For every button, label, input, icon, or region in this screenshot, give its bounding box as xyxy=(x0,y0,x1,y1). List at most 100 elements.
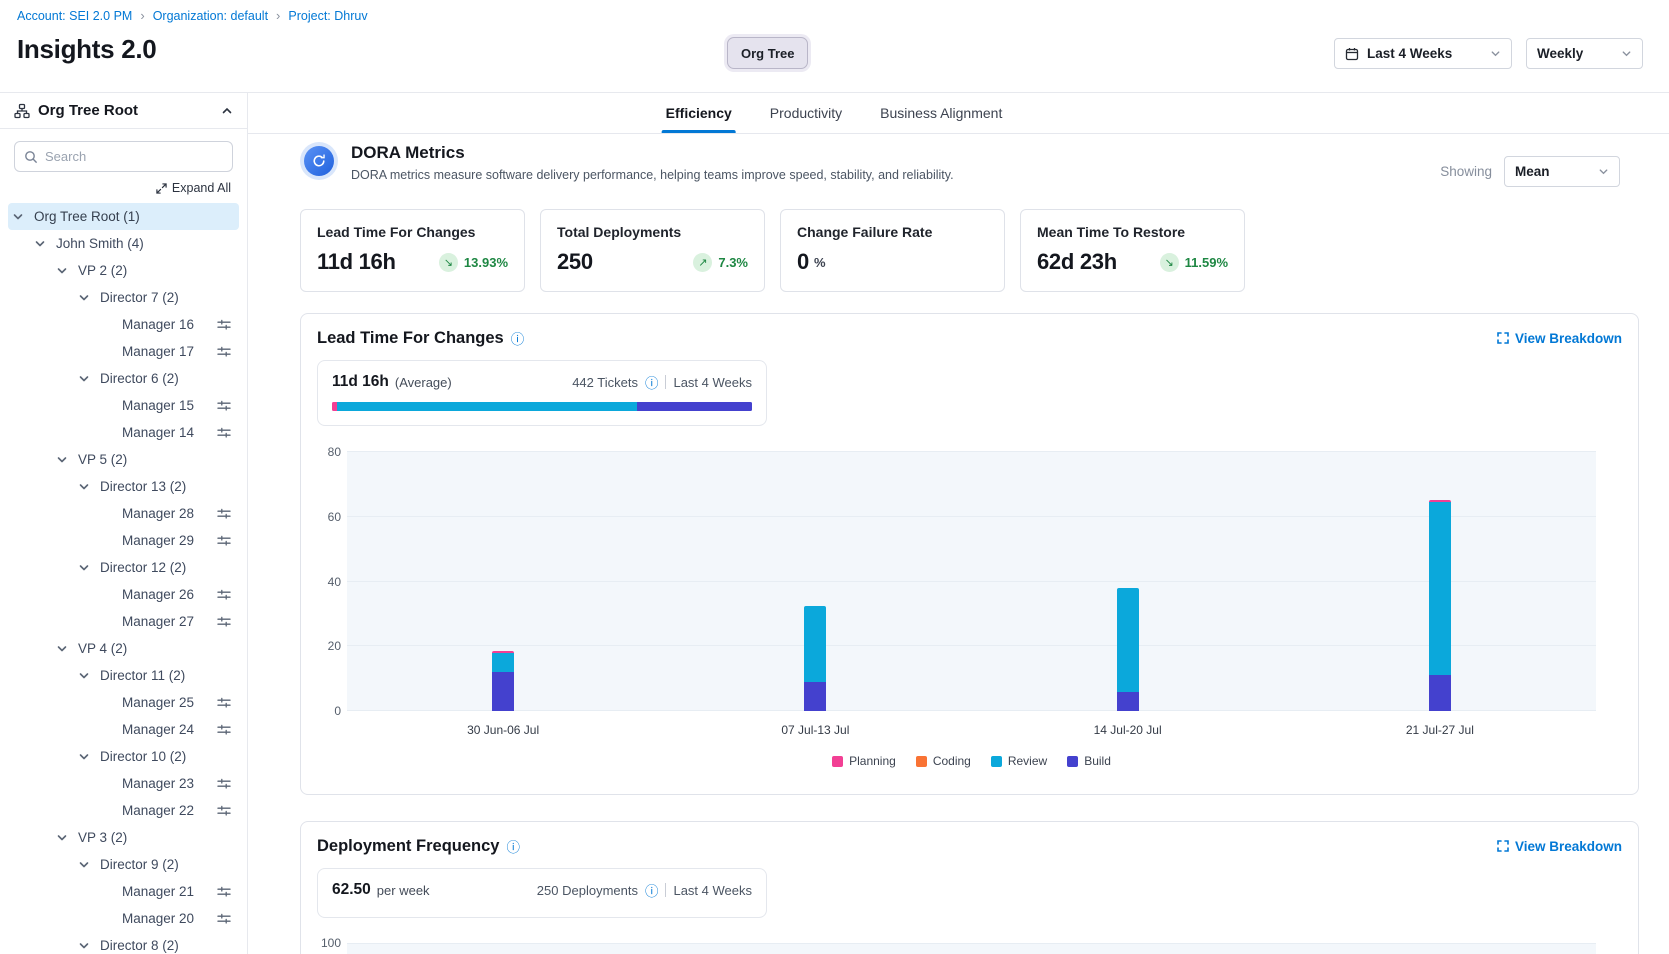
filter-sliders-icon[interactable] xyxy=(217,426,231,440)
breadcrumb-item-account[interactable]: Account: SEI 2.0 PM xyxy=(17,9,132,23)
filter-sliders-icon[interactable] xyxy=(217,507,231,521)
tree-item-label: Org Tree Root (1) xyxy=(34,209,140,224)
tree-item-manager-24[interactable]: Manager 24 xyxy=(8,716,239,743)
metric-delta: ↗7.3% xyxy=(693,253,748,272)
tree-item-manager-17[interactable]: Manager 17 xyxy=(8,338,239,365)
deployment-frequency-panel: Deployment Frequency ⓘ View Breakdown 62… xyxy=(300,821,1639,954)
breadcrumb-item-project[interactable]: Project: Dhruv xyxy=(288,9,367,23)
tree-item-manager-14[interactable]: Manager 14 xyxy=(8,419,239,446)
chevron-down-icon[interactable] xyxy=(34,238,56,250)
sidebar-search xyxy=(14,141,233,172)
tree-item-vp-5-2[interactable]: VP 5 (2) xyxy=(8,446,239,473)
chevron-down-icon[interactable] xyxy=(78,940,100,952)
tree-item-label: Director 13 (2) xyxy=(100,479,186,494)
tree-item-label: Manager 15 xyxy=(122,398,194,413)
tab-efficiency[interactable]: Efficiency xyxy=(662,93,736,133)
tree-item-manager-28[interactable]: Manager 28 xyxy=(8,500,239,527)
collapse-chevron-up-icon[interactable] xyxy=(221,105,233,117)
tree-item-vp-3-2[interactable]: VP 3 (2) xyxy=(8,824,239,851)
tree-item-label: Manager 17 xyxy=(122,344,194,359)
info-icon[interactable]: ⓘ xyxy=(645,880,659,900)
bar-segment-build xyxy=(1429,675,1451,711)
bar-segment-build xyxy=(804,682,826,711)
chevron-down-icon[interactable] xyxy=(78,481,100,493)
chevron-down-icon[interactable] xyxy=(56,265,78,277)
tab-productivity[interactable]: Productivity xyxy=(766,93,846,133)
filter-sliders-icon[interactable] xyxy=(217,696,231,710)
tree-item-manager-25[interactable]: Manager 25 xyxy=(8,689,239,716)
tree-item-director-8-2[interactable]: Director 8 (2) xyxy=(8,932,239,954)
tree-item-director-6-2[interactable]: Director 6 (2) xyxy=(8,365,239,392)
tree-item-director-11-2[interactable]: Director 11 (2) xyxy=(8,662,239,689)
tree-item-manager-29[interactable]: Manager 29 xyxy=(8,527,239,554)
bar-segment-build xyxy=(1117,692,1139,711)
info-icon[interactable]: ⓘ xyxy=(645,372,659,392)
tab-business-alignment[interactable]: Business Alignment xyxy=(876,93,1006,133)
summary-bar-segment-build xyxy=(637,402,752,411)
tree-item-label: Manager 22 xyxy=(122,803,194,818)
deployment-view-breakdown-link[interactable]: View Breakdown xyxy=(1497,839,1622,854)
tree-item-director-9-2[interactable]: Director 9 (2) xyxy=(8,851,239,878)
org-tree-button[interactable]: Org Tree xyxy=(727,37,808,69)
tree-item-manager-20[interactable]: Manager 20 xyxy=(8,905,239,932)
tree-item-manager-15[interactable]: Manager 15 xyxy=(8,392,239,419)
tree-item-vp-4-2[interactable]: VP 4 (2) xyxy=(8,635,239,662)
expand-all-button[interactable]: Expand All xyxy=(0,174,247,201)
tree-item-manager-23[interactable]: Manager 23 xyxy=(8,770,239,797)
filter-sliders-icon[interactable] xyxy=(217,777,231,791)
tree-item-director-12-2[interactable]: Director 12 (2) xyxy=(8,554,239,581)
chevron-down-icon[interactable] xyxy=(78,751,100,763)
tree-item-org-tree-root-1[interactable]: Org Tree Root (1) xyxy=(8,203,239,230)
chevron-down-icon[interactable] xyxy=(56,832,78,844)
tree-item-director-7-2[interactable]: Director 7 (2) xyxy=(8,284,239,311)
filter-sliders-icon[interactable] xyxy=(217,804,231,818)
chevron-down-icon[interactable] xyxy=(56,643,78,655)
lead-time-view-breakdown-link[interactable]: View Breakdown xyxy=(1497,331,1622,346)
sidebar-header: Org Tree Root xyxy=(0,93,247,129)
expand-all-icon xyxy=(156,183,167,194)
chevron-down-icon[interactable] xyxy=(78,859,100,871)
legend-item-coding[interactable]: Coding xyxy=(916,754,971,768)
tree-item-manager-26[interactable]: Manager 26 xyxy=(8,581,239,608)
filter-sliders-icon[interactable] xyxy=(217,345,231,359)
date-range-select[interactable]: Last 4 Weeks xyxy=(1334,38,1512,69)
filter-sliders-icon[interactable] xyxy=(217,912,231,926)
tree-item-director-10-2[interactable]: Director 10 (2) xyxy=(8,743,239,770)
tree-item-vp-2-2[interactable]: VP 2 (2) xyxy=(8,257,239,284)
chevron-down-icon[interactable] xyxy=(56,454,78,466)
search-input[interactable] xyxy=(45,149,223,164)
tree-item-manager-16[interactable]: Manager 16 xyxy=(8,311,239,338)
tree-item-manager-27[interactable]: Manager 27 xyxy=(8,608,239,635)
filter-sliders-icon[interactable] xyxy=(217,588,231,602)
filter-sliders-icon[interactable] xyxy=(217,534,231,548)
legend-item-build[interactable]: Build xyxy=(1067,754,1111,768)
tree-item-manager-21[interactable]: Manager 21 xyxy=(8,878,239,905)
expand-all-label: Expand All xyxy=(172,181,231,195)
x-axis-category-label: 07 Jul-13 Jul xyxy=(781,723,849,737)
chevron-down-icon[interactable] xyxy=(78,562,100,574)
tree-item-manager-22[interactable]: Manager 22 xyxy=(8,797,239,824)
trend-down-arrow-icon: ↘ xyxy=(1160,253,1179,272)
chevron-down-icon[interactable] xyxy=(78,670,100,682)
filter-sliders-icon[interactable] xyxy=(217,318,231,332)
filter-sliders-icon[interactable] xyxy=(217,615,231,629)
granularity-select[interactable]: Weekly xyxy=(1526,38,1643,69)
legend-item-planning[interactable]: Planning xyxy=(832,754,896,768)
filter-sliders-icon[interactable] xyxy=(217,723,231,737)
info-icon[interactable]: ⓘ xyxy=(506,836,520,856)
breadcrumb-item-organization[interactable]: Organization: default xyxy=(153,9,268,23)
metric-value: 0 xyxy=(797,249,809,275)
tree-item-director-13-2[interactable]: Director 13 (2) xyxy=(8,473,239,500)
org-tree[interactable]: Org Tree Root (1)John Smith (4)VP 2 (2)D… xyxy=(0,201,247,954)
date-range-value: Last 4 Weeks xyxy=(1367,46,1452,61)
filter-sliders-icon[interactable] xyxy=(217,399,231,413)
tree-item-john-smith-4[interactable]: John Smith (4) xyxy=(8,230,239,257)
info-icon[interactable]: ⓘ xyxy=(511,328,525,348)
chevron-down-icon[interactable] xyxy=(12,211,34,223)
legend-item-review[interactable]: Review xyxy=(991,754,1047,768)
chevron-down-icon[interactable] xyxy=(78,373,100,385)
showing-select[interactable]: Mean xyxy=(1504,156,1620,187)
dora-title: DORA Metrics xyxy=(351,143,954,163)
chevron-down-icon[interactable] xyxy=(78,292,100,304)
filter-sliders-icon[interactable] xyxy=(217,885,231,899)
